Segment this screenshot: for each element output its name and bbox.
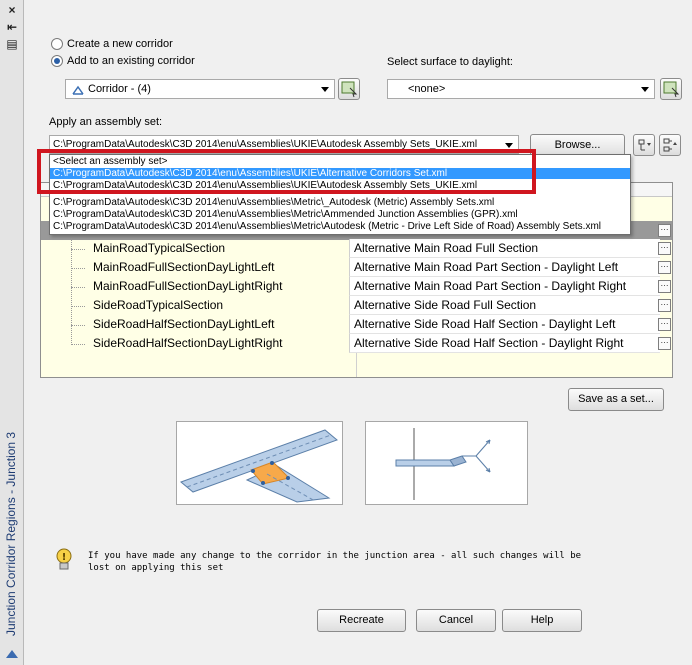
grid-row-value-text: Alternative Main Road Full Section [354,241,539,255]
ellipsis-button[interactable]: ··· [658,299,671,312]
tree-connector [71,306,85,307]
chevron-down-icon [641,87,649,92]
tree-connector [71,344,85,345]
junction-plan-drawing [180,429,338,503]
recreate-button[interactable]: Recreate [317,609,406,632]
pick-surface-button[interactable] [660,78,682,100]
corridor-select-value: Corridor - (4) [88,83,151,95]
create-corridor-label: Create a new corridor [67,38,173,50]
ellipsis-button[interactable]: ··· [658,280,671,293]
pick-corridor-button[interactable] [338,78,360,100]
assembly-set-label: Apply an assembly set: [49,116,163,128]
chevron-down-icon [505,143,513,148]
grid-row-name: SideRoadTypicalSection [93,298,224,312]
corridor-select[interactable]: Corridor - (4) [65,79,335,99]
ellipsis-button[interactable]: ··· [658,318,671,331]
grid-divider [356,353,357,377]
dropdown-option[interactable]: C:\ProgramData\Autodesk\C3D 2014\enu\Ass… [50,221,630,232]
tree-connector [71,325,85,326]
grid-row-name: MainRoadTypicalSection [93,241,226,255]
corridor-icon [72,85,84,95]
ellipsis-button[interactable]: ··· [658,224,671,237]
help-button[interactable]: Help [502,609,582,632]
grid-row-value[interactable]: Alternative Main Road Full Section [349,239,660,258]
warning-text: If you have made any change to the corri… [88,551,582,573]
dropdown-option[interactable]: C:\ProgramData\Autodesk\C3D 2014\enu\Ass… [50,197,630,208]
auto-hide-icon[interactable]: ⇤ [5,20,19,34]
grid-row[interactable]: MainRoadFullSectionDayLightLeft Alternat… [41,258,672,277]
grid-row-name: SideRoadHalfSectionDayLightLeft [93,317,275,331]
section-profile-image [365,421,528,505]
daylight-select[interactable]: <none> [387,79,655,99]
svg-text:!: ! [62,552,67,563]
collapse-tree-icon [663,138,677,152]
expand-arrow-icon[interactable] [6,650,18,658]
junction-panel: Create a new corridor Add to an existing… [33,4,688,659]
tree-connector [71,268,85,269]
ellipsis-button[interactable]: ··· [658,337,671,350]
grid-row-name: MainRoadFullSectionDayLightLeft [93,260,275,274]
grid-row-value[interactable]: Alternative Side Road Full Section [349,296,660,315]
tree-connector [71,249,85,250]
grid-row-value-text: Alternative Side Road Half Section - Day… [354,317,616,331]
grid-row[interactable]: SideRoadHalfSectionDayLightRight Alterna… [41,334,672,353]
grid-row-value[interactable]: Alternative Side Road Half Section - Day… [349,315,660,334]
tree-options-icon [638,139,651,151]
warning-bulb-icon: ! [56,548,72,570]
grid-row-value[interactable]: Alternative Side Road Half Section - Day… [349,334,660,353]
grid-row-value-text: Alternative Main Road Part Section - Day… [354,279,627,293]
grid-row-value[interactable]: Alternative Main Road Part Section - Day… [349,258,660,277]
grid-row-value-text: Alternative Side Road Half Section - Day… [354,336,624,350]
create-corridor-radio[interactable] [51,38,63,50]
add-corridor-label: Add to an existing corridor [67,55,195,67]
save-as-set-button[interactable]: Save as a set... [568,388,664,411]
grid-row-value-text: Alternative Side Road Full Section [354,298,537,312]
grid-row[interactable]: SideRoadTypicalSection Alternative Side … [41,296,672,315]
grid-row-name: MainRoadFullSectionDayLightRight [93,279,283,293]
close-icon[interactable]: × [5,3,19,17]
grid-row-name: SideRoadHalfSectionDayLightRight [93,336,283,350]
ellipsis-button[interactable]: ··· [658,242,671,255]
grid-row[interactable]: SideRoadHalfSectionDayLightLeft Alternat… [41,315,672,334]
pick-in-drawing-icon [663,81,680,98]
grid-row[interactable]: MainRoadFullSectionDayLightRight Alterna… [41,277,672,296]
properties-icon[interactable]: ▤ [5,37,19,51]
grid-row[interactable]: MainRoadTypicalSection Alternative Main … [41,239,672,258]
palette-strip: × ⇤ ▤ Junction Corridor Regions - Juncti… [0,0,24,665]
daylight-label: Select surface to daylight: [387,56,513,68]
section-profile-drawing [395,428,491,500]
cancel-button[interactable]: Cancel [416,609,496,632]
ellipsis-button[interactable]: ··· [658,261,671,274]
daylight-select-value: <none> [408,83,446,95]
tree-connector [71,287,85,288]
grid-row-value[interactable]: Alternative Main Road Part Section - Day… [349,277,660,296]
dropdown-option[interactable]: C:\ProgramData\Autodesk\C3D 2014\enu\Ass… [50,209,630,220]
junction-plan-image [176,421,343,505]
pick-in-drawing-icon [341,81,358,98]
callout-box [37,149,536,194]
grid-option-button[interactable] [633,134,655,156]
grid-row-value-text: Alternative Main Road Part Section - Day… [354,260,619,274]
chevron-down-icon [321,87,329,92]
collapse-all-button[interactable] [659,134,681,156]
add-corridor-radio[interactable] [51,55,63,67]
